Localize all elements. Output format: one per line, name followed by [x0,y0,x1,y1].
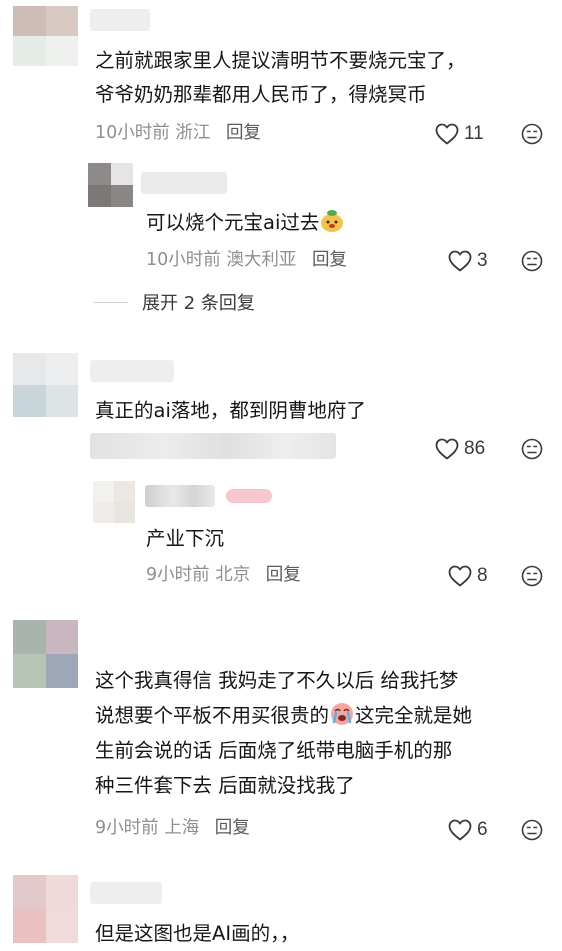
comment-location: 浙江 [175,123,211,143]
comment-text-line: 真正的ai落地，都到阴曹地府了 [95,399,366,422]
comment-text-line: 这个我真得信 我妈走了不久以后 给我托梦 [95,669,459,692]
heart-icon [448,819,472,841]
avatar[interactable] [13,353,78,417]
reply-time: 10小时前 [146,250,221,270]
like-button[interactable]: 3 [448,248,488,274]
username-redacted[interactable] [141,172,227,194]
heart-icon [435,438,459,460]
like-button[interactable]: 86 [435,436,485,462]
comment-text-line: 爷爷奶奶那辈都用人民币了，得烧冥币 [95,83,427,106]
comment-text-line: 说想要个平板不用买很贵的 这完全就是她 [95,703,473,727]
reply-time: 9小时前 [146,565,210,585]
like-button[interactable]: 6 [448,817,488,843]
like-button[interactable]: 11 [435,121,484,147]
moneybag-dog-emoji [321,210,344,232]
reply-button[interactable]: 回复 [312,250,347,270]
comment-text-line: 种三件套下去 后面就没找我了 [95,774,355,797]
avatar[interactable] [13,6,78,66]
reply-button[interactable]: 回复 [266,565,301,585]
comment-meta: 9小时前 上海 回复 [95,816,250,840]
like-count: 8 [477,565,488,586]
expand-replies-button[interactable]: 展开 2 条回复 [94,289,255,315]
heart-icon [435,123,459,145]
dislike-face-icon[interactable] [521,819,543,841]
comment-location: 上海 [164,818,200,838]
dislike-face-icon[interactable] [521,123,543,145]
reply-meta: 9小时前 北京 回复 [146,563,301,587]
reply-meta: 10小时前 澳大利亚 回复 [146,248,347,272]
reply-text: 可以烧个元宝ai过去 [146,206,345,240]
reply-location: 澳大利亚 [226,250,297,270]
username-redacted[interactable] [90,882,162,904]
meta-redacted [90,433,336,459]
reply-button[interactable]: 回复 [215,818,250,838]
like-count: 11 [464,123,484,144]
comment-time: 9小时前 [95,818,159,838]
reply-button[interactable]: 回复 [226,123,261,143]
avatar[interactable] [13,620,78,688]
like-count: 6 [477,819,488,840]
like-count: 86 [464,438,486,459]
avatar[interactable] [88,163,133,207]
comment-text-line: 之前就跟家里人提议清明节不要烧元宝了， [95,49,466,72]
username-redacted[interactable] [145,485,215,507]
avatar[interactable] [93,481,135,523]
username-redacted[interactable] [90,360,174,382]
dislike-face-icon[interactable] [521,565,543,587]
divider-line [94,301,128,303]
comment-text-line: 生前会说的话 后面烧了纸带电脑手机的那 [95,739,453,762]
comment-text-line: 但是这图也是AI画的，， [95,922,300,945]
reply-location: 北京 [215,565,251,585]
like-count: 3 [477,250,488,271]
badge-redacted [226,489,272,503]
reply-text: 产业下沉 [146,527,225,550]
username-redacted[interactable] [90,9,150,31]
dislike-face-icon[interactable] [521,250,543,272]
avatar[interactable] [13,875,78,943]
heart-icon [448,565,472,587]
crying-emoji [331,703,354,725]
like-button[interactable]: 8 [448,563,488,589]
expand-replies-label: 展开 2 条回复 [142,293,255,314]
heart-icon [448,250,472,272]
comment-meta: 10小时前 浙江 回复 [95,121,261,145]
dislike-face-icon[interactable] [521,438,543,460]
comment-time: 10小时前 [95,123,170,143]
